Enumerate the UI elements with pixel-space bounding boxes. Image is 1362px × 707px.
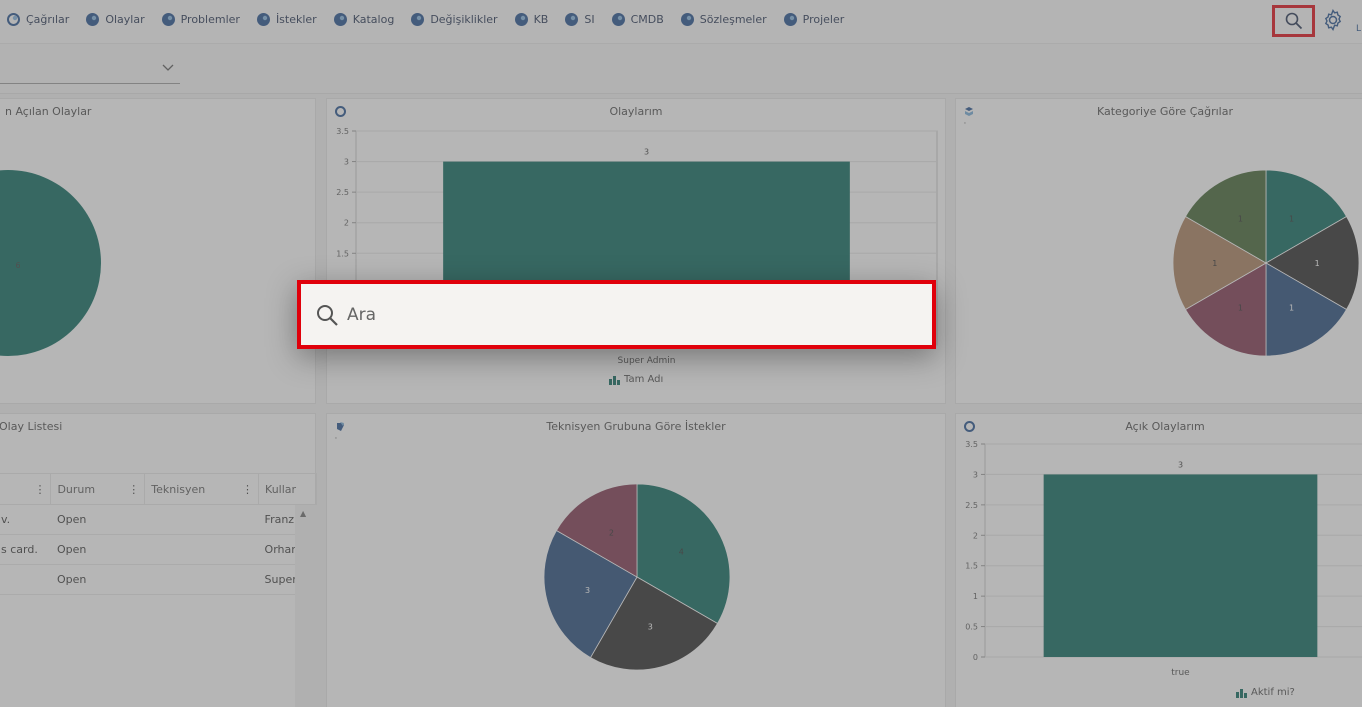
search-icon: [315, 303, 339, 327]
modal-backdrop[interactable]: [0, 0, 1362, 707]
search-input[interactable]: [347, 304, 907, 325]
search-dialog: [297, 280, 936, 349]
